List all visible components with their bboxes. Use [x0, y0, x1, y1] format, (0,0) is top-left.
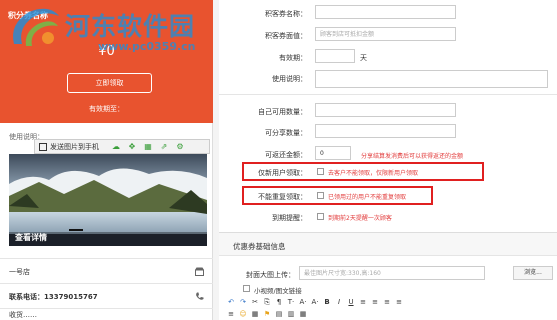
banner-image[interactable]: 查看详情 — [9, 154, 207, 246]
new-user-text: 去客户不能领取，仅限新用户领取 — [328, 170, 419, 177]
expire-reminder-checkbox[interactable] — [317, 213, 324, 220]
store-name: 一号店 — [9, 267, 30, 276]
new-user-checkbox[interactable] — [317, 168, 324, 175]
toolbar-row-1: ↶ ↷ ✂ ⎘ ¶ T· A· A· B I U ≡ ≡ ≡ ≡ — [227, 296, 557, 308]
media-icon[interactable]: ▥ — [287, 310, 295, 318]
send-to-phone-button[interactable]: 发送图片到手机 — [39, 142, 99, 152]
undo-icon[interactable]: ↶ — [227, 298, 235, 306]
cashback-label: 可返还金额： — [265, 151, 307, 159]
claim-button[interactable]: 立即领取 — [67, 73, 152, 93]
store-row[interactable]: 一号店 — [0, 258, 213, 284]
share-qty-label: 可分享数量： — [265, 129, 307, 137]
image-icon[interactable]: ▤ — [275, 310, 283, 318]
emoji-icon[interactable]: ☺ — [239, 310, 247, 318]
expand-icon[interactable]: ✥ — [127, 142, 137, 152]
browse-button[interactable]: 浏览... — [513, 266, 553, 280]
face-value-label: 积客券面值： — [265, 32, 307, 40]
validity-unit: 天 — [360, 54, 367, 62]
grid-icon[interactable]: ▦ — [143, 142, 153, 152]
watermark-url: www.pc0359.cn — [98, 40, 196, 53]
divider — [219, 94, 557, 95]
cover-upload-input[interactable] — [299, 266, 485, 280]
more-row: 收货…… — [0, 308, 213, 320]
cover-upload-label: 封面大图上传： — [246, 271, 295, 279]
more-text: 收货…… — [9, 310, 37, 319]
bold-button[interactable]: B — [323, 298, 331, 306]
video-link-label: 小视频/图文链接 — [254, 287, 302, 295]
store-icon — [195, 267, 204, 276]
face-value-input[interactable] — [315, 27, 456, 41]
usage-label: 使用说明： — [272, 75, 307, 83]
qrcode-icon — [39, 142, 47, 151]
self-qty-label: 自己可用数量： — [258, 108, 307, 116]
redo-icon[interactable]: ↷ — [239, 298, 247, 306]
paragraph-icon[interactable]: ¶ — [275, 298, 283, 306]
map-icon[interactable]: ▦ — [299, 310, 307, 318]
list-icon[interactable]: ≡ — [227, 310, 235, 318]
flag-icon[interactable]: ⚑ — [263, 310, 271, 318]
no-repeat-label: 不能重复领取： — [258, 193, 307, 201]
underline-button[interactable]: U — [347, 298, 355, 306]
view-details-link[interactable]: 查看详情 — [15, 232, 47, 243]
mobile-preview: 积分券名称 ¥0 立即领取 有效期至： 河东软件园 www.pc0359.cn … — [0, 0, 213, 320]
cloud-icon[interactable]: ☁ — [111, 142, 121, 152]
toolbar-row-2: ≡ ☺ ▦ ⚑ ▤ ▥ ▦ — [227, 308, 557, 320]
italic-button[interactable]: I — [335, 298, 343, 306]
coupon-validity: 有效期至： — [89, 105, 124, 113]
cashback-hint: 分享结算发消费后可以获得返还的金额 — [361, 153, 464, 160]
highlight-color-button[interactable]: A· — [311, 298, 319, 306]
phone-label: 联系电话： — [9, 292, 44, 301]
no-repeat-checkbox[interactable] — [317, 192, 324, 199]
no-repeat-text: 已领用过的用户不能重复领取 — [328, 194, 407, 201]
self-qty-input[interactable] — [315, 103, 456, 117]
align-justify-icon[interactable]: ≡ — [395, 298, 403, 306]
watermark-title: 河东软件园 — [65, 12, 196, 41]
preview-toolbar: 发送图片到手机 ☁ ✥ ▦ ⇗ ⚙ — [34, 139, 210, 154]
font-color-button[interactable]: A· — [299, 298, 307, 306]
expire-reminder-text: 到期前2天提醒一次顾客 — [328, 215, 392, 222]
table-icon[interactable]: ▦ — [251, 310, 259, 318]
copy-icon[interactable]: ⎘ — [263, 298, 271, 307]
settings-icon[interactable]: ⚙ — [175, 142, 185, 152]
video-link-checkbox[interactable] — [243, 285, 250, 292]
watermark-logo-icon — [13, 8, 59, 46]
basic-info-section-header: 优惠券基础信息 — [219, 232, 557, 256]
name-input[interactable] — [315, 5, 456, 19]
new-user-label: 仅新用户领取： — [258, 169, 307, 177]
phone-value: 13379015767 — [44, 292, 98, 301]
cut-icon[interactable]: ✂ — [251, 298, 259, 306]
basic-info-title: 优惠券基础信息 — [233, 242, 286, 251]
share-qty-input[interactable] — [315, 124, 456, 138]
send-to-phone-label: 发送图片到手机 — [50, 142, 99, 151]
align-center-icon[interactable]: ≡ — [371, 298, 379, 306]
rich-text-toolbar: ↶ ↷ ✂ ⎘ ¶ T· A· A· B I U ≡ ≡ ≡ ≡ ≡ ☺ ▦ ⚑… — [227, 296, 557, 320]
align-left-icon[interactable]: ≡ — [359, 298, 367, 306]
cashback-input[interactable] — [315, 146, 351, 160]
expire-reminder-label: 到期提醒： — [272, 214, 307, 222]
coupon-form: 积客券名称： 积客券面值： 有效期： 天 使用说明： 自己可用数量： 可分享数量… — [219, 0, 557, 320]
validity-label: 有效期： — [279, 54, 307, 62]
align-right-icon[interactable]: ≡ — [383, 298, 391, 306]
phone-icon — [196, 292, 204, 300]
validity-input[interactable] — [315, 49, 355, 63]
name-label: 积客券名称： — [265, 10, 307, 18]
usage-input[interactable] — [315, 70, 548, 88]
share-icon[interactable]: ⇗ — [159, 142, 169, 152]
phone-row[interactable]: 联系电话：13379015767 — [0, 283, 213, 309]
font-size-button[interactable]: T· — [287, 298, 295, 306]
